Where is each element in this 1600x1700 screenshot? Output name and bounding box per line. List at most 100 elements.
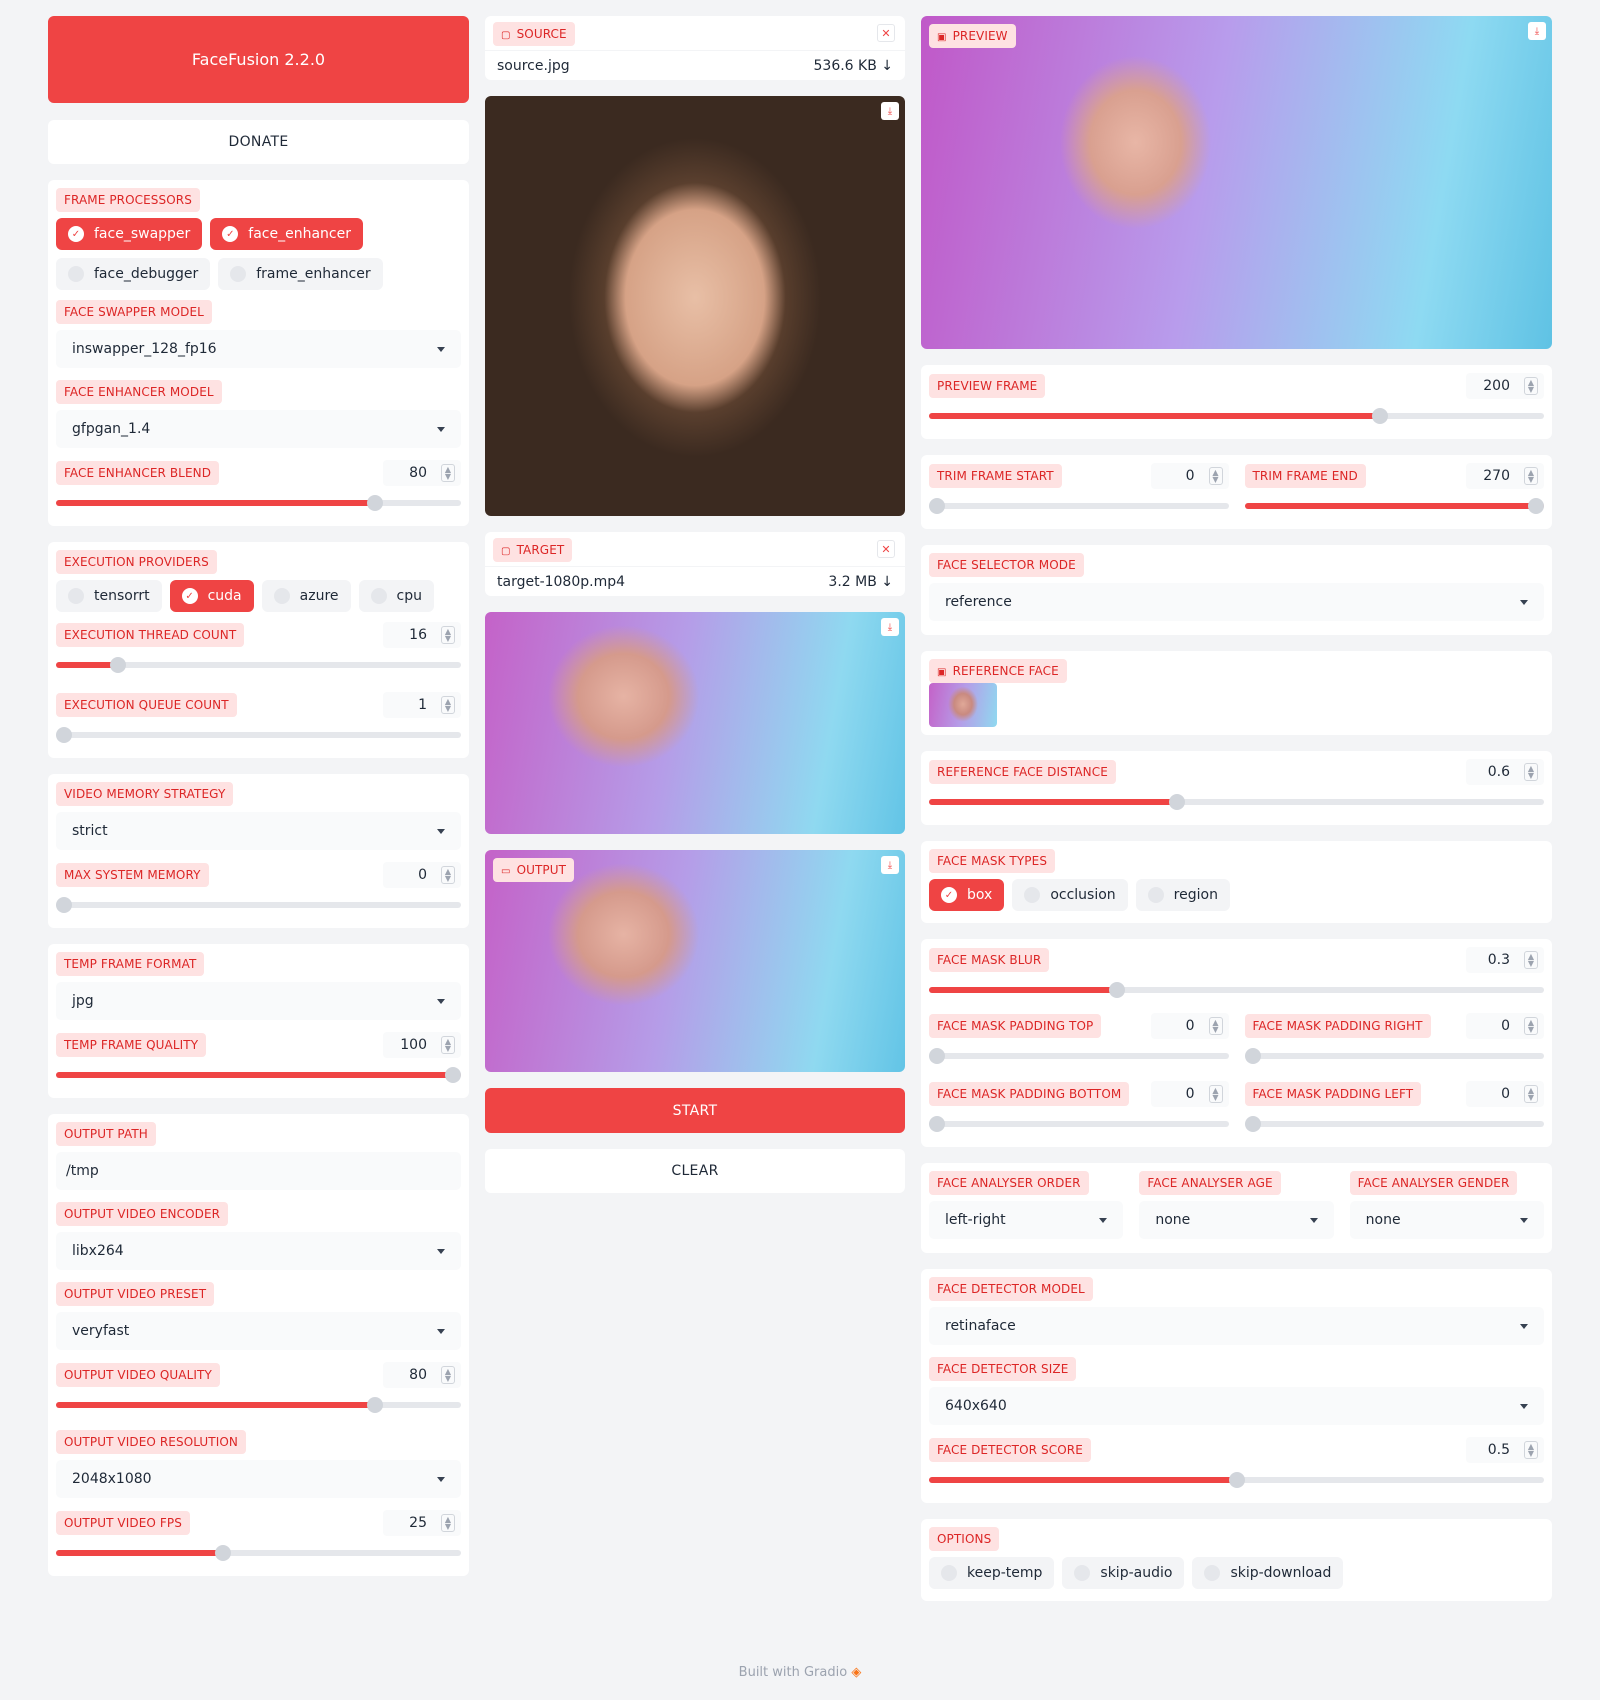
checkbox-option[interactable]: keep-temp [929, 1557, 1055, 1589]
stepper-icon[interactable]: ▲ ▼ [1524, 377, 1538, 395]
source-file-row[interactable]: source.jpg 536.6 KB ↓ [485, 50, 905, 80]
checkbox-option[interactable]: frame_enhancer [218, 258, 383, 290]
target-filesize[interactable]: 3.2 MB ↓ [828, 574, 893, 590]
close-icon[interactable]: ✕ [877, 540, 895, 558]
face-mask-blur-input[interactable]: 0.3 ▲ ▼ [1466, 947, 1544, 973]
slider-handle[interactable] [1244, 1048, 1261, 1064]
output-video-quality-input[interactable]: 80 ▲ ▼ [383, 1362, 461, 1388]
face-analyser-gender-dropdown[interactable]: none [1349, 1201, 1544, 1239]
reference-face-distance-input[interactable]: 0.6 ▲ ▼ [1466, 759, 1544, 785]
execution-thread-count-slider[interactable] [56, 654, 461, 676]
face-mask-blur-slider[interactable] [929, 979, 1544, 1001]
face-mask-padding-bottom-slider[interactable] [929, 1113, 1229, 1135]
output-video-fps-slider[interactable] [56, 1542, 461, 1564]
output-video-resolution-dropdown[interactable]: 2048x1080 [56, 1460, 461, 1498]
source-filesize[interactable]: 536.6 KB ↓ [814, 58, 894, 74]
face-mask-padding-right-input[interactable]: 0 ▲ ▼ [1466, 1013, 1544, 1039]
output-video-fps-input[interactable]: 25 ▲ ▼ [383, 1510, 461, 1536]
max-system-memory-slider[interactable] [56, 894, 461, 916]
face-mask-padding-right-slider[interactable] [1244, 1045, 1544, 1067]
checkbox-option[interactable]: occlusion [1012, 879, 1128, 911]
face-mask-padding-left-slider[interactable] [1244, 1113, 1544, 1135]
download-icon[interactable]: ⤓ [1528, 22, 1546, 40]
stepper-icon[interactable]: ▲ ▼ [1524, 763, 1538, 781]
face-mask-padding-bottom-input[interactable]: 0 ▲ ▼ [1150, 1081, 1229, 1107]
stepper-icon[interactable]: ▲ ▼ [441, 1036, 455, 1054]
trim-frame-start-slider[interactable] [929, 495, 1229, 517]
face-enhancer-blend-input[interactable]: 80 ▲ ▼ [383, 460, 461, 486]
checkbox-option[interactable]: azure [261, 580, 351, 612]
preview-frame-slider[interactable] [929, 405, 1544, 427]
checkbox-option[interactable]: skip-download [1192, 1557, 1344, 1589]
slider-handle[interactable] [445, 1067, 461, 1083]
checkbox-option[interactable]: ✓ face_enhancer [210, 218, 363, 250]
stepper-icon[interactable]: ▲ ▼ [441, 1366, 455, 1384]
checkbox-option[interactable]: face_debugger [56, 258, 211, 290]
face-detector-size-dropdown[interactable]: 640x640 [929, 1387, 1544, 1425]
output-video[interactable]: ▭ OUTPUT ⤓ [485, 850, 905, 1072]
execution-queue-count-slider[interactable] [56, 724, 461, 746]
slider-handle[interactable] [929, 1116, 945, 1132]
face-detector-score-slider[interactable] [929, 1469, 1544, 1491]
checkbox-option[interactable]: ✓ face_swapper [56, 218, 203, 250]
video-memory-strategy-dropdown[interactable]: strict [56, 812, 461, 850]
stepper-icon[interactable]: ▲ ▼ [1524, 951, 1538, 969]
slider-handle[interactable] [110, 657, 127, 673]
face-mask-padding-left-input[interactable]: 0 ▲ ▼ [1466, 1081, 1544, 1107]
stepper-icon[interactable]: ▲ ▼ [1208, 467, 1223, 485]
slider-handle[interactable] [215, 1545, 232, 1561]
stepper-icon[interactable]: ▲ ▼ [441, 696, 455, 714]
trim-frame-end-slider[interactable] [1244, 495, 1544, 517]
face-enhancer-blend-slider[interactable] [56, 492, 461, 514]
output-video-preset-dropdown[interactable]: veryfast [56, 1312, 461, 1350]
stepper-icon[interactable]: ▲ ▼ [441, 626, 455, 644]
slider-handle[interactable] [1228, 1472, 1245, 1488]
checkbox-option[interactable]: ✓ box [929, 879, 1005, 911]
start-button[interactable]: START [485, 1088, 905, 1133]
checkbox-option[interactable]: region [1135, 879, 1230, 911]
face-selector-mode-dropdown[interactable]: reference [929, 583, 1544, 621]
target-file-row[interactable]: target-1080p.mp4 3.2 MB ↓ [485, 566, 905, 596]
slider-handle[interactable] [1372, 408, 1389, 424]
face-mask-padding-top-input[interactable]: 0 ▲ ▼ [1150, 1013, 1229, 1039]
slider-handle[interactable] [1528, 498, 1544, 514]
stepper-icon[interactable]: ▲ ▼ [441, 1514, 455, 1532]
checkbox-option[interactable]: ✓ cuda [169, 580, 254, 612]
reference-face-distance-slider[interactable] [929, 791, 1544, 813]
slider-handle[interactable] [929, 498, 945, 514]
slider-handle[interactable] [1108, 982, 1125, 998]
output-video-quality-slider[interactable] [56, 1394, 461, 1416]
face-detector-score-input[interactable]: 0.5 ▲ ▼ [1466, 1437, 1544, 1463]
stepper-icon[interactable]: ▲ ▼ [441, 866, 455, 884]
checkbox-option[interactable]: cpu [358, 580, 434, 612]
temp-frame-format-dropdown[interactable]: jpg [56, 982, 461, 1020]
slider-handle[interactable] [1244, 1116, 1261, 1132]
slider-handle[interactable] [1168, 794, 1185, 810]
slider-handle[interactable] [56, 897, 72, 913]
face-mask-padding-top-slider[interactable] [929, 1045, 1229, 1067]
donate-button[interactable]: DONATE [48, 120, 469, 164]
download-icon[interactable]: ⤓ [881, 102, 899, 120]
slider-handle[interactable] [56, 727, 72, 743]
checkbox-option[interactable]: skip-audio [1062, 1557, 1185, 1589]
slider-handle[interactable] [929, 1048, 945, 1064]
face-detector-model-dropdown[interactable]: retinaface [929, 1307, 1544, 1345]
execution-thread-count-input[interactable]: 16 ▲ ▼ [383, 622, 461, 648]
download-icon[interactable]: ⤓ [881, 618, 899, 636]
stepper-icon[interactable]: ▲ ▼ [1208, 1085, 1223, 1103]
stepper-icon[interactable]: ▲ ▼ [1208, 1017, 1223, 1035]
app-title-button[interactable]: FaceFusion 2.2.0 [48, 16, 469, 103]
stepper-icon[interactable]: ▲ ▼ [1524, 467, 1538, 485]
max-system-memory-input[interactable]: 0 ▲ ▼ [383, 862, 461, 888]
clear-button[interactable]: CLEAR [485, 1149, 905, 1193]
slider-handle[interactable] [367, 1397, 384, 1413]
face-analyser-age-dropdown[interactable]: none [1139, 1201, 1334, 1239]
preview-frame-input[interactable]: 200 ▲ ▼ [1466, 373, 1544, 399]
stepper-icon[interactable]: ▲ ▼ [441, 464, 455, 482]
footer-text[interactable]: Built with Gradio [739, 1665, 848, 1680]
checkbox-option[interactable]: tensorrt [56, 580, 162, 612]
temp-frame-quality-slider[interactable] [56, 1064, 461, 1086]
trim-frame-start-input[interactable]: 0 ▲ ▼ [1150, 463, 1229, 489]
temp-frame-quality-input[interactable]: 100 ▲ ▼ [383, 1032, 461, 1058]
target-video[interactable]: ⤓ [485, 612, 905, 834]
